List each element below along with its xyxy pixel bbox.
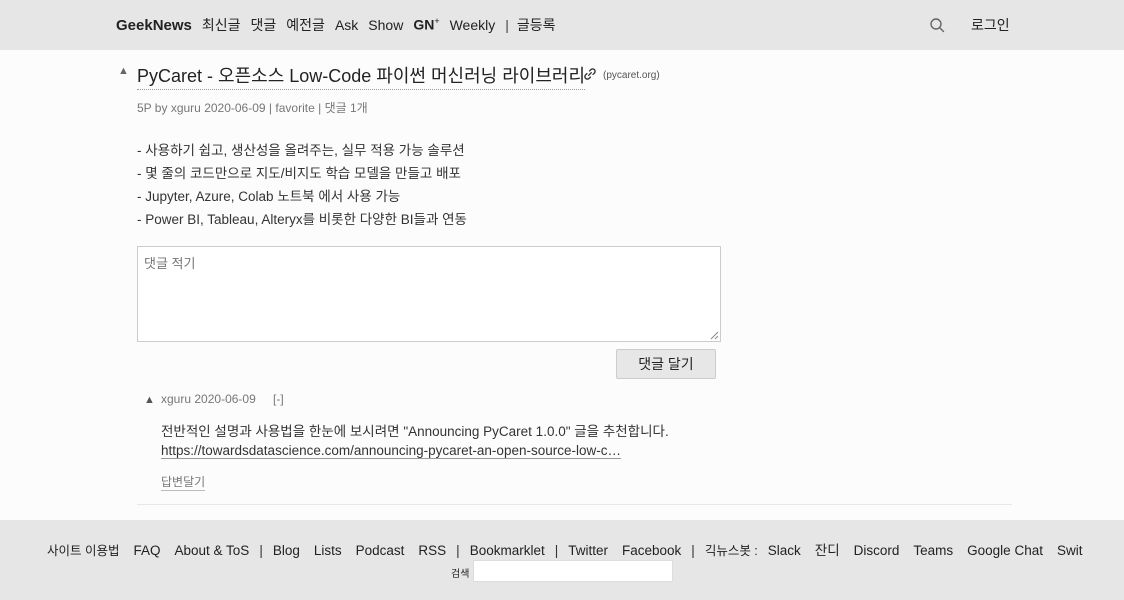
footer-link-jandi[interactable]: 잔디 [815,539,840,559]
nav-item-show[interactable]: Show [368,17,403,33]
nav-separator: | [505,17,509,33]
footer-link-slack[interactable]: Slack [768,543,801,558]
footer-link-blog[interactable]: Blog [273,543,300,558]
footer-link-faq[interactable]: FAQ [133,543,160,558]
topic-author-link[interactable]: xguru [171,101,201,115]
comment-external-link[interactable]: https://towardsdatascience.com/announcin… [161,443,621,459]
topic-points: 5P by [137,101,168,115]
content-line: - Power BI, Tableau, Alteryx를 비롯한 다양한 BI… [137,212,467,227]
comment-date-link[interactable]: 2020-06-09 [194,392,255,406]
link-icon[interactable] [583,67,597,81]
topic-date[interactable]: 2020-06-09 [204,101,265,115]
submit-comment-button[interactable]: 댓글 달기 [616,349,716,379]
footer-link-bookmarklet[interactable]: Bookmarklet [470,543,545,558]
footer-link-podcast[interactable]: Podcast [356,543,405,558]
footer-search-label: 검색 [451,569,470,580]
topic-meta: 5P by xguru 2020-06-09 | favorite | 댓글 1… [137,99,368,116]
topic-content: - 사용하기 쉽고, 생산성을 올려주는, 실무 적용 가능 솔루션 - 몇 줄… [137,139,467,231]
comment-text: 전반적인 설명과 사용법을 한눈에 보시려면 "Announcing PyCar… [161,424,669,439]
footer-link-rss[interactable]: RSS [418,543,446,558]
main-nav: GeekNews 최신글 댓글 예전글 Ask Show GN+ Weekly … [116,15,566,35]
comment-upvote-icon[interactable]: ▲ [144,394,155,406]
footer-search-input[interactable] [473,560,673,582]
topic-title-link[interactable]: PyCaret - 오픈소스 Low-Code 파이썬 머신러닝 라이브러리 [137,62,586,90]
gn-sup: + [434,16,440,27]
footer-link-twitter[interactable]: Twitter [568,543,608,558]
nav-item-weekly[interactable]: Weekly [450,17,496,33]
nav-item-gn-plus[interactable]: GN+ [413,16,439,33]
footer-link-swit[interactable]: Swit [1057,543,1083,558]
nav-item-ask[interactable]: Ask [335,17,358,33]
footer-link-teams[interactable]: Teams [913,543,953,558]
nav-item-submit[interactable]: 글등록 [517,15,556,35]
comment-author-link[interactable]: xguru [161,392,191,406]
comment-divider [137,504,1012,505]
meta-separator: | [268,101,273,115]
footer-bot-label: 긱뉴스봇 : [704,544,758,558]
search-icon[interactable] [929,17,945,33]
reply-link[interactable]: 답변달기 [161,473,206,491]
footer-links: 사이트 이용법 FAQ About & ToS | Blog Lists Pod… [47,539,1096,559]
brand-logo-link[interactable]: GeekNews [116,17,192,34]
login-link[interactable]: 로그인 [971,15,1010,35]
footer: 사이트 이용법 FAQ About & ToS | Blog Lists Pod… [0,520,1124,600]
comment-count-link[interactable]: 댓글 1개 [325,101,368,115]
footer-link-discord[interactable]: Discord [854,543,900,558]
nav-item-latest[interactable]: 최신글 [202,15,241,35]
comment-textarea[interactable] [137,246,721,342]
footer-link-google-chat[interactable]: Google Chat [967,543,1043,558]
footer-link-about[interactable]: About & ToS [175,543,250,558]
content-line: - Jupyter, Azure, Colab 노트북 에서 사용 가능 [137,189,401,204]
footer-separator: | [456,543,460,558]
nav-item-comments[interactable]: 댓글 [251,15,277,35]
topic-upvote-icon[interactable]: ▲ [118,65,129,77]
footer-link-lists[interactable]: Lists [314,543,342,558]
nav-item-past[interactable]: 예전글 [286,15,325,35]
top-navigation-bar: GeekNews 최신글 댓글 예전글 Ask Show GN+ Weekly … [0,0,1124,50]
gn-label: GN [413,17,435,33]
topic-domain[interactable]: (pycaret.org) [603,70,660,81]
content-line: - 사용하기 쉽고, 생산성을 올려주는, 실무 적용 가능 솔루션 [137,143,465,158]
comment-collapse-toggle[interactable]: [-] [273,392,284,406]
footer-separator: | [554,543,559,558]
footer-separator: | [259,543,263,558]
resize-grip-icon[interactable] [710,331,719,340]
footer-link-guide[interactable]: 사이트 이용법 [47,540,119,559]
content-line: - 몇 줄의 코드만으로 지도/비지도 학습 모델을 만들고 배포 [137,166,461,181]
comment-author-meta: xguru 2020-06-09 [161,392,256,406]
favorite-link[interactable]: favorite [275,101,314,115]
topic-page: ▲ PyCaret - 오픈소스 Low-Code 파이썬 머신러닝 라이브러리… [0,50,1124,520]
footer-separator: | [691,543,695,558]
meta-separator: | [318,101,322,115]
footer-link-facebook[interactable]: Facebook [622,543,681,558]
